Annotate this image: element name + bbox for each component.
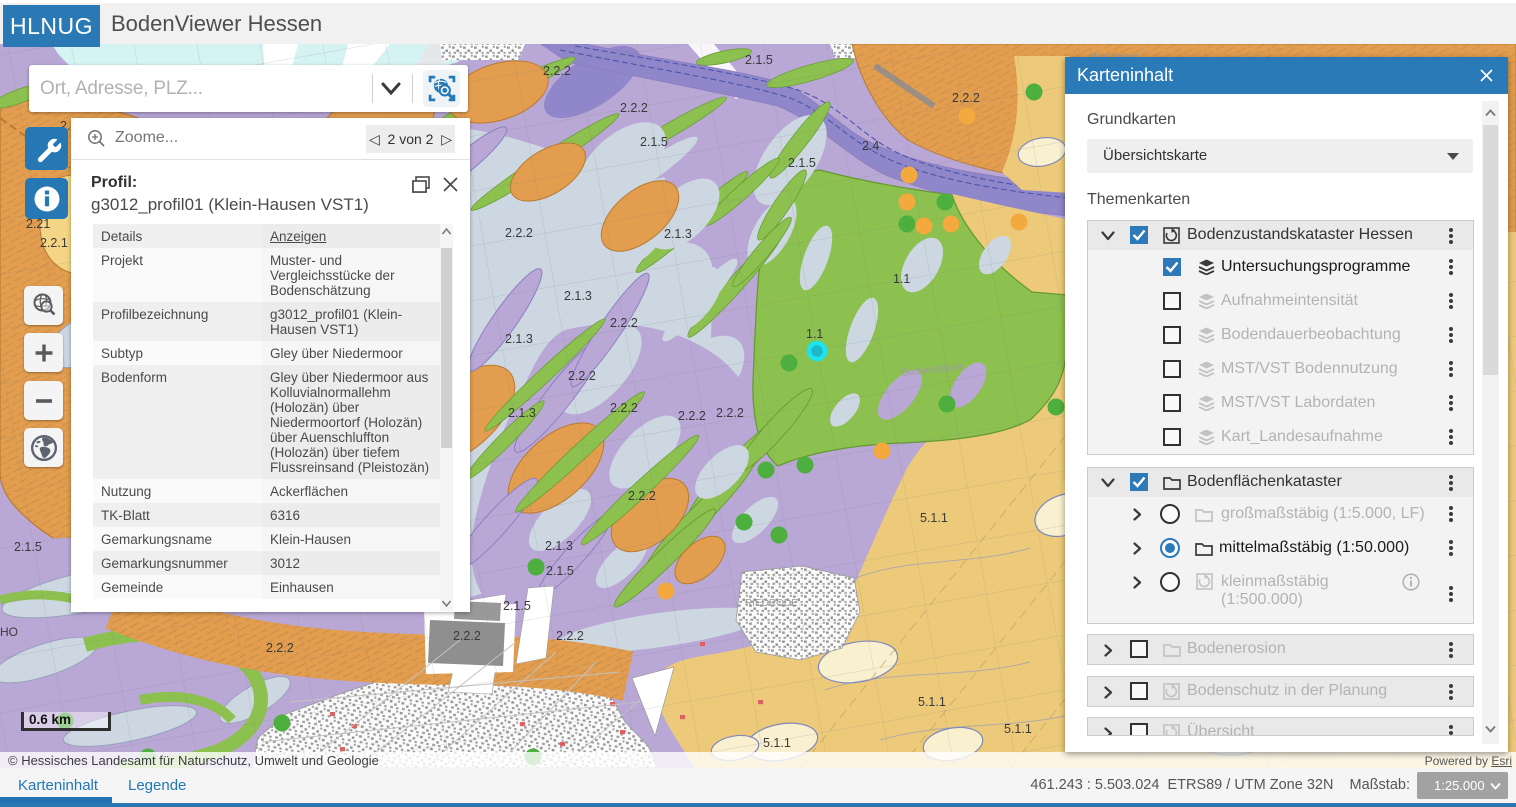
svg-text:1.1: 1.1 xyxy=(893,272,910,286)
svg-text:2.1.3: 2.1.3 xyxy=(545,539,573,553)
svg-text:2.2.2: 2.2.2 xyxy=(678,409,706,423)
svg-text:2.2.2: 2.2.2 xyxy=(543,64,571,78)
svg-text:2.2.1: 2.2.1 xyxy=(40,236,68,250)
svg-text:2.2.2: 2.2.2 xyxy=(610,401,638,415)
svg-text:2.2.2: 2.2.2 xyxy=(610,316,638,330)
svg-text:2.2.2: 2.2.2 xyxy=(556,629,584,643)
svg-text:2.2.2: 2.2.2 xyxy=(620,101,648,115)
svg-text:2.2.2: 2.2.2 xyxy=(505,226,533,240)
svg-text:2.4: 2.4 xyxy=(862,139,879,153)
svg-text:2.2.2: 2.2.2 xyxy=(952,91,980,105)
svg-text:2.1.5: 2.1.5 xyxy=(546,564,574,578)
svg-text:2.1.3: 2.1.3 xyxy=(508,406,536,420)
svg-text:2.2.2: 2.2.2 xyxy=(716,406,744,420)
svg-text:2.21: 2.21 xyxy=(26,217,50,231)
svg-text:2.1.3: 2.1.3 xyxy=(505,332,533,346)
svg-text:2.1.5: 2.1.5 xyxy=(640,135,668,149)
svg-text:HO: HO xyxy=(0,625,18,639)
svg-text:5.1.1: 5.1.1 xyxy=(763,736,791,750)
svg-text:2.1.5: 2.1.5 xyxy=(788,156,816,170)
svg-text:2.1.3: 2.1.3 xyxy=(664,227,692,241)
svg-text:RIEDRODE: RIEDRODE xyxy=(745,598,798,609)
svg-text:5.1.1: 5.1.1 xyxy=(920,511,948,525)
svg-text:2.2.2: 2.2.2 xyxy=(628,489,656,503)
svg-text:2.2.2: 2.2.2 xyxy=(453,629,481,643)
svg-text:5.1.1: 5.1.1 xyxy=(1004,722,1032,736)
svg-text:1.1: 1.1 xyxy=(806,327,823,341)
svg-text:2.2.2: 2.2.2 xyxy=(266,641,294,655)
svg-text:2.1.5: 2.1.5 xyxy=(14,540,42,554)
svg-text:2.1.5: 2.1.5 xyxy=(503,599,531,613)
svg-text:2.2.2: 2.2.2 xyxy=(568,369,596,383)
svg-text:2.1.5: 2.1.5 xyxy=(745,53,773,67)
svg-text:5.1.1: 5.1.1 xyxy=(918,695,946,709)
svg-text:2.1.3: 2.1.3 xyxy=(564,289,592,303)
